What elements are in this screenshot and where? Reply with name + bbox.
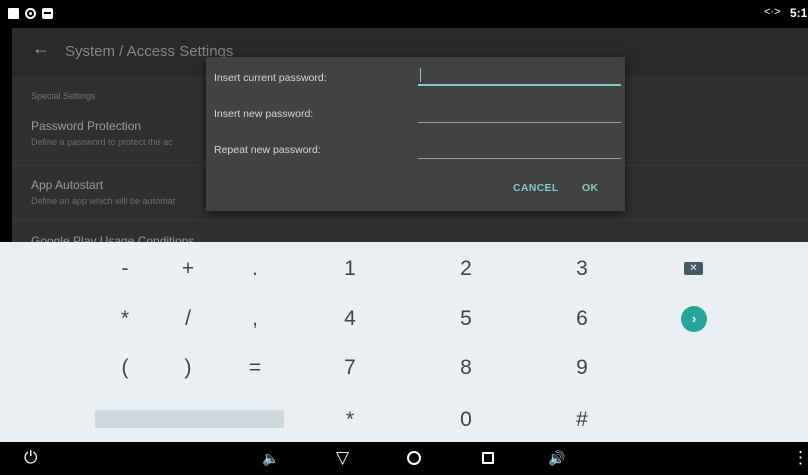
key-open-paren[interactable]: (: [95, 348, 155, 388]
power-icon[interactable]: ⏻: [24, 448, 37, 468]
status-time: 5:1: [790, 6, 808, 20]
key-8[interactable]: 8: [436, 348, 496, 388]
key-slash[interactable]: /: [158, 299, 218, 339]
key-asterisk[interactable]: *: [95, 299, 155, 339]
key-plus[interactable]: +: [158, 249, 218, 289]
volume-down-icon[interactable]: 🔈: [262, 448, 279, 468]
key-5[interactable]: 5: [436, 299, 496, 339]
store-icon: [42, 8, 53, 19]
key-hash[interactable]: #: [552, 400, 612, 440]
data-arrows-icon: <·>: [764, 6, 781, 18]
menu-icon[interactable]: ⋮: [792, 448, 808, 468]
key-0[interactable]: 0: [436, 400, 496, 440]
key-3[interactable]: 3: [552, 249, 612, 289]
backspace-icon[interactable]: ✕: [684, 262, 703, 275]
key-asterisk[interactable]: *: [320, 400, 380, 440]
key-comma[interactable]: ,: [225, 299, 285, 339]
current-password-input[interactable]: [418, 64, 621, 86]
key-9[interactable]: 9: [552, 348, 612, 388]
key-4[interactable]: 4: [320, 299, 380, 339]
key-minus[interactable]: -: [95, 249, 155, 289]
new-password-label: Insert new password:: [214, 108, 314, 120]
notification-square-icon: [8, 8, 19, 19]
text-cursor: [420, 68, 421, 82]
key-1[interactable]: 1: [320, 249, 380, 289]
key-7[interactable]: 7: [320, 348, 380, 388]
password-dialog: Insert current password: Insert new pass…: [206, 57, 625, 211]
cancel-button[interactable]: CANCEL: [513, 182, 559, 194]
space-key[interactable]: [95, 410, 284, 428]
repeat-password-input[interactable]: [418, 137, 621, 159]
status-bar: <·> 5:1: [0, 0, 808, 28]
go-arrow-icon[interactable]: ›: [681, 306, 707, 332]
repeat-password-label: Repeat new password:: [214, 144, 321, 156]
pref-subtitle: Define a password to protect the ac: [31, 137, 173, 147]
current-password-label: Insert current password:: [214, 72, 327, 84]
divider: [12, 220, 808, 221]
navigation-bar: ⏻ 🔈 ▽ 🔊 ⋮: [0, 442, 808, 475]
numeric-keyboard: - + . 1 2 3 ✕ * / , 4 5 6 › ( ) = 7 8 9 …: [0, 242, 808, 442]
recents-nav-icon[interactable]: [482, 452, 494, 464]
section-header: Special Settings: [31, 91, 96, 101]
key-6[interactable]: 6: [552, 299, 612, 339]
key-period[interactable]: .: [225, 249, 285, 289]
eye-icon: [25, 8, 36, 19]
back-arrow-icon[interactable]: ←: [32, 38, 50, 59]
key-close-paren[interactable]: ): [158, 348, 218, 388]
ok-button[interactable]: OK: [582, 182, 598, 194]
key-2[interactable]: 2: [436, 249, 496, 289]
volume-up-icon[interactable]: 🔊: [548, 448, 565, 468]
pref-subtitle: Define an app which will be automat: [31, 196, 176, 206]
key-equals[interactable]: =: [225, 348, 285, 388]
pref-title: Google Play Usage Conditions: [31, 234, 195, 242]
pref-title: Password Protection: [31, 119, 142, 133]
home-nav-icon[interactable]: [407, 451, 421, 465]
new-password-input[interactable]: [418, 101, 621, 123]
back-nav-icon[interactable]: ▽: [336, 448, 349, 468]
pref-title: App Autostart: [31, 178, 104, 192]
